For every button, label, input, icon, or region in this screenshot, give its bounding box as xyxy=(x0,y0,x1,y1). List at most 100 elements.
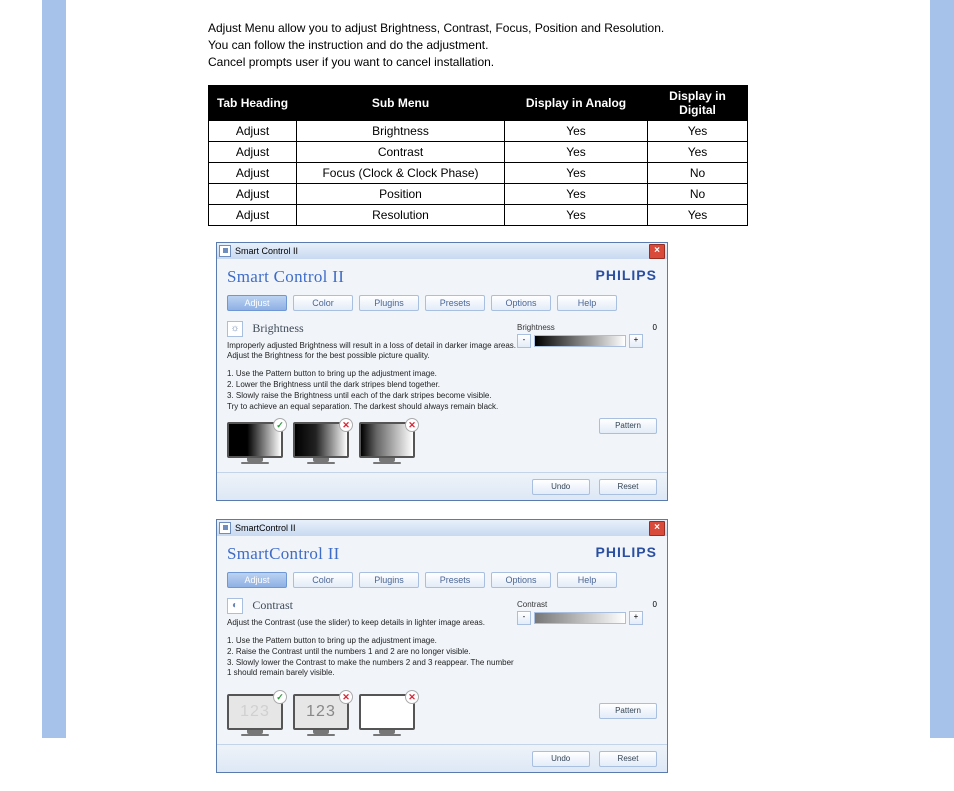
section-desc: Adjust the Contrast (use the slider) to … xyxy=(227,618,517,628)
titlebar: Smart Control II × xyxy=(217,243,667,259)
pattern-button[interactable]: Pattern xyxy=(599,418,657,434)
table-cell: Focus (Clock & Clock Phase) xyxy=(297,162,505,183)
x-icon: ✕ xyxy=(405,418,419,432)
section-title: Brightness xyxy=(252,321,303,335)
x-icon: ✕ xyxy=(339,418,353,432)
tab-color[interactable]: Color xyxy=(293,572,353,588)
section-steps: 1. Use the Pattern button to bring up th… xyxy=(227,636,517,678)
th: Sub Menu xyxy=(297,85,505,120)
step: 2. Raise the Contrast until the numbers … xyxy=(227,647,517,657)
example-bad: ✕ xyxy=(293,422,349,464)
brand-logo: PHILIPS xyxy=(596,267,657,283)
tab-options[interactable]: Options xyxy=(491,572,551,588)
thumb-numbers: 123 xyxy=(306,703,336,721)
step: Try to achieve an equal separation. The … xyxy=(227,402,517,412)
section-desc: Improperly adjusted Brightness will resu… xyxy=(227,341,517,361)
slider-label: Brightness xyxy=(517,323,640,332)
smartcontrol-window-brightness: Smart Control II × Smart Control II PHIL… xyxy=(216,242,668,501)
table-cell: Adjust xyxy=(209,183,297,204)
tab-presets[interactable]: Presets xyxy=(425,572,485,588)
slider-decrement[interactable]: - xyxy=(517,334,531,348)
contrast-slider[interactable] xyxy=(534,612,626,624)
tab-adjust[interactable]: Adjust xyxy=(227,572,287,588)
tab-presets[interactable]: Presets xyxy=(425,295,485,311)
pattern-button[interactable]: Pattern xyxy=(599,703,657,719)
th: Display in Analog xyxy=(505,85,648,120)
tab-color[interactable]: Color xyxy=(293,295,353,311)
table-cell: Yes xyxy=(505,183,648,204)
example-thumbnails: 123 ✓ 123 ✕ ✕ xyxy=(227,694,517,736)
example-thumbnails: ✓ ✕ ✕ xyxy=(227,422,517,464)
undo-button[interactable]: Undo xyxy=(532,479,590,495)
decor-bar-left xyxy=(42,0,66,738)
step: 1. Use the Pattern button to bring up th… xyxy=(227,369,517,379)
window-title: Smart Control II xyxy=(235,246,298,256)
example-good: 123 ✓ xyxy=(227,694,283,736)
step: 3. Slowly raise the Brightness until eac… xyxy=(227,391,517,401)
intro-line: Adjust Menu allow you to adjust Brightne… xyxy=(208,20,748,36)
example-bad: ✕ xyxy=(359,422,415,464)
table-cell: No xyxy=(648,162,748,183)
close-button[interactable]: × xyxy=(649,521,665,536)
table-cell: Yes xyxy=(505,204,648,225)
brand-logo: PHILIPS xyxy=(596,544,657,560)
step: 2. Lower the Brightness until the dark s… xyxy=(227,380,517,390)
intro-text: Adjust Menu allow you to adjust Brightne… xyxy=(208,20,748,71)
table-cell: Yes xyxy=(648,141,748,162)
undo-button[interactable]: Undo xyxy=(532,751,590,767)
tab-help[interactable]: Help xyxy=(557,572,617,588)
table-cell: Yes xyxy=(648,120,748,141)
slider-label: Contrast xyxy=(517,600,640,609)
table-cell: Resolution xyxy=(297,204,505,225)
decor-bar-right xyxy=(930,0,954,738)
table-row: AdjustBrightnessYesYes xyxy=(209,120,748,141)
check-icon: ✓ xyxy=(273,690,287,704)
table-cell: Adjust xyxy=(209,120,297,141)
table-cell: Position xyxy=(297,183,505,204)
brightness-icon xyxy=(227,321,243,337)
check-icon: ✓ xyxy=(273,418,287,432)
close-button[interactable]: × xyxy=(649,244,665,259)
step: 1. Use the Pattern button to bring up th… xyxy=(227,636,517,646)
table-cell: Adjust xyxy=(209,162,297,183)
intro-line: Cancel prompts user if you want to cance… xyxy=(208,54,748,70)
table-cell: Adjust xyxy=(209,204,297,225)
table-row: AdjustFocus (Clock & Clock Phase)YesNo xyxy=(209,162,748,183)
example-bad: ✕ xyxy=(359,694,415,736)
window-title: SmartControl II xyxy=(235,523,296,533)
x-icon: ✕ xyxy=(339,690,353,704)
tab-plugins[interactable]: Plugins xyxy=(359,295,419,311)
slider-increment[interactable]: + xyxy=(629,611,643,625)
table-cell: Brightness xyxy=(297,120,505,141)
table-cell: Adjust xyxy=(209,141,297,162)
brightness-slider[interactable] xyxy=(534,335,626,347)
tab-adjust[interactable]: Adjust xyxy=(227,295,287,311)
th: Display in Digital xyxy=(648,85,748,120)
section-steps: 1. Use the Pattern button to bring up th… xyxy=(227,369,517,412)
example-good: ✓ xyxy=(227,422,283,464)
slider-value: 0 xyxy=(643,323,657,332)
intro-line: You can follow the instruction and do th… xyxy=(208,37,748,53)
table-cell: No xyxy=(648,183,748,204)
example-bad: 123 ✕ xyxy=(293,694,349,736)
slider-decrement[interactable]: - xyxy=(517,611,531,625)
titlebar: SmartControl II × xyxy=(217,520,667,536)
table-row: AdjustResolutionYesYes xyxy=(209,204,748,225)
x-icon: ✕ xyxy=(405,690,419,704)
app-icon xyxy=(219,245,231,257)
app-icon xyxy=(219,522,231,534)
table-cell: Contrast xyxy=(297,141,505,162)
reset-button[interactable]: Reset xyxy=(599,479,657,495)
slider-value: 0 xyxy=(643,600,657,609)
smartcontrol-window-contrast: SmartControl II × SmartControl II PHILIP… xyxy=(216,519,668,773)
table-row: AdjustContrastYesYes xyxy=(209,141,748,162)
app-title: Smart Control II xyxy=(227,267,344,286)
section-title: Contrast xyxy=(252,598,293,612)
table-cell: Yes xyxy=(648,204,748,225)
slider-increment[interactable]: + xyxy=(629,334,643,348)
tab-help[interactable]: Help xyxy=(557,295,617,311)
content-area: Adjust Menu allow you to adjust Brightne… xyxy=(208,20,748,791)
tab-plugins[interactable]: Plugins xyxy=(359,572,419,588)
reset-button[interactable]: Reset xyxy=(599,751,657,767)
tab-options[interactable]: Options xyxy=(491,295,551,311)
